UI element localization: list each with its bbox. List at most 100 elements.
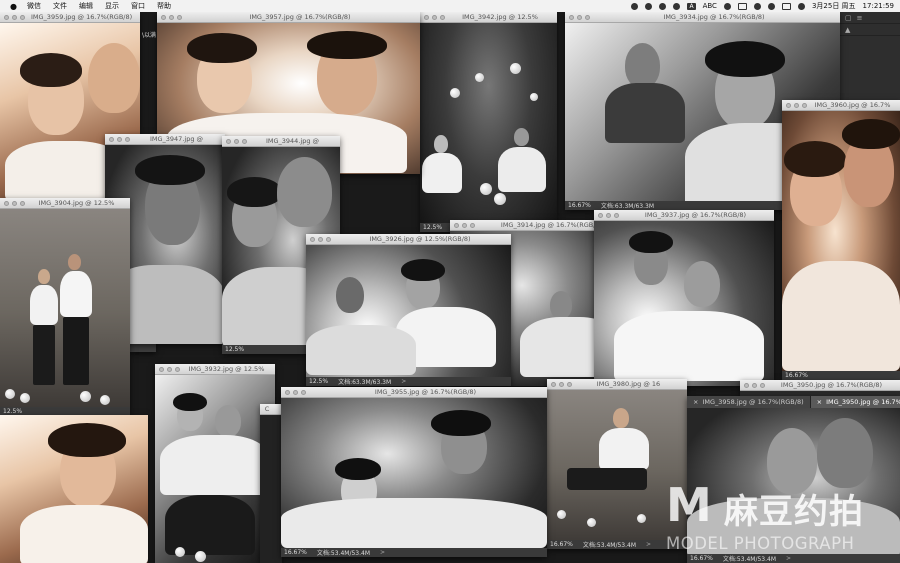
minimize-window-icon[interactable] [169,14,174,20]
zoom-window-icon[interactable] [177,14,182,20]
status-arrow-icon[interactable]: > [646,541,651,548]
photo-canvas[interactable] [594,221,774,386]
zoom-window-icon[interactable] [585,14,590,20]
close-window-icon[interactable] [598,212,603,218]
minimize-window-icon[interactable] [606,212,611,218]
document-window-img3960[interactable]: IMG_3960.jpg @ 16.7% 16.67% [782,100,900,380]
minimize-window-icon[interactable] [577,14,582,20]
tab-img3958[interactable]: × IMG_3958.jpg @ 16.7%(RGB/8) [687,396,811,408]
window-titlebar[interactable]: IMG_3950.jpg @ 16.7%(RGB/8) [740,380,900,391]
siri-icon[interactable] [797,2,805,10]
menu-view[interactable]: 显示 [105,1,119,11]
window-titlebar[interactable]: IMG_3955.jpg @ 16.7%(RGB/8) [281,387,547,398]
menubar-date[interactable]: 3月25日 周五 [812,1,856,11]
panel-icon[interactable]: ≡ [857,14,863,22]
zoom-level[interactable]: 12.5% [309,378,328,385]
zoom-window-icon[interactable] [470,222,475,228]
window-titlebar[interactable]: IMG_3947.jpg @ [105,134,225,145]
document-window-img3904[interactable]: IMG_3904.jpg @ 12.5% 12.5% [0,198,130,416]
status-arrow-icon[interactable]: > [380,549,385,556]
zoom-window-icon[interactable] [242,138,247,144]
zoom-level[interactable]: 16.67% [568,202,591,209]
menu-file[interactable]: 文件 [53,1,67,11]
minimize-window-icon[interactable] [293,389,298,395]
wifi-icon[interactable] [753,2,761,10]
input-method-icon[interactable]: A [687,2,696,10]
photo-canvas[interactable] [306,245,511,386]
zoom-window-icon[interactable] [125,136,130,142]
zoom-level[interactable]: 12.5% [423,224,442,231]
document-window-img3937[interactable]: IMG_3937.jpg @ 16.7%(RGB/8) [594,210,774,386]
close-window-icon[interactable] [285,389,290,395]
close-window-icon[interactable] [310,236,315,242]
minimize-window-icon[interactable] [12,14,17,20]
zoom-level[interactable]: 16.67% [550,541,573,548]
close-window-icon[interactable] [569,14,574,20]
minimize-window-icon[interactable] [752,382,757,388]
status-arrow-icon[interactable]: > [786,555,791,562]
close-window-icon[interactable] [454,222,459,228]
minimize-window-icon[interactable] [462,222,467,228]
menu-help[interactable]: 帮助 [157,1,171,11]
close-window-icon[interactable] [161,14,166,20]
photo-canvas[interactable] [0,209,130,416]
close-window-icon[interactable] [4,200,9,206]
zoom-level[interactable]: 16.67% [284,549,307,556]
zoom-level[interactable]: 16.67% [785,372,808,379]
menu-edit[interactable]: 编辑 [79,1,93,11]
spotlight-search-icon[interactable] [767,2,775,10]
menubar-time[interactable]: 17:21:59 [863,2,894,10]
close-window-icon[interactable] [109,136,114,142]
tabbed-document-window[interactable]: × IMG_3958.jpg @ 16.7%(RGB/8) × IMG_3950… [687,396,900,563]
zoom-level[interactable]: 12.5% [3,408,22,415]
zoom-level[interactable]: 12.5% [225,346,244,353]
window-titlebar[interactable]: IMG_3932.jpg @ 12.5% [155,364,275,375]
window-titlebar[interactable]: IMG_3934.jpg @ 16.7%(RGB/8) [565,12,840,23]
zoom-window-icon[interactable] [175,366,180,372]
tab-close-icon[interactable]: × [693,398,698,406]
minimize-window-icon[interactable] [12,200,17,206]
document-window-img3955[interactable]: IMG_3955.jpg @ 16.7%(RGB/8) 16.67% 文档:53… [281,387,547,557]
zoom-window-icon[interactable] [760,382,765,388]
window-titlebar[interactable]: IMG_3942.jpg @ 12.5% [420,12,557,23]
menu-window[interactable]: 窗口 [131,1,145,11]
apple-menu-icon[interactable]: ● [10,2,17,11]
speaker-icon[interactable] [673,2,681,10]
close-window-icon[interactable] [786,102,791,108]
zoom-window-icon[interactable] [326,236,331,242]
document-window-img3932[interactable]: IMG_3932.jpg @ 12.5% [155,364,275,563]
window-titlebar[interactable]: IMG_3960.jpg @ 16.7% [782,100,900,111]
minimize-window-icon[interactable] [318,236,323,242]
minimize-window-icon[interactable] [559,381,564,387]
window-titlebar[interactable]: IMG_3980.jpg @ 16 [547,379,687,390]
document-window-img3926[interactable]: IMG_3926.jpg @ 12.5%(RGB/8) 12.5% 文档:63.… [306,234,511,386]
photo-canvas[interactable] [155,375,275,563]
photo-canvas[interactable] [687,408,900,563]
status-arrow-icon[interactable]: > [401,378,406,385]
window-titlebar[interactable]: IMG_3959.jpg @ 16.7%(RGB/8) [0,12,140,23]
battery-icon[interactable] [737,2,747,10]
status-icon[interactable] [631,2,639,10]
minimize-window-icon[interactable] [234,138,239,144]
cloud-status-icon[interactable] [659,2,667,10]
warning-icon[interactable]: ▲ [845,26,850,34]
zoom-window-icon[interactable] [614,212,619,218]
zoom-window-icon[interactable] [301,389,306,395]
window-titlebar[interactable]: IMG_3944.jpg @ [222,136,340,147]
close-window-icon[interactable] [159,366,164,372]
window-titlebar[interactable]: IMG_3926.jpg @ 12.5%(RGB/8) [306,234,511,245]
photo-canvas[interactable] [782,111,900,380]
close-window-icon[interactable] [551,381,556,387]
tab-close-icon[interactable]: × [817,398,822,406]
photo-canvas[interactable] [420,23,557,232]
zoom-window-icon[interactable] [567,381,572,387]
partial-window[interactable]: C [260,404,282,563]
close-window-icon[interactable] [4,14,9,20]
window-titlebar[interactable]: C [260,404,282,415]
minimize-window-icon[interactable] [432,14,437,20]
document-window-portrait[interactable] [0,415,148,563]
window-titlebar[interactable]: IMG_3937.jpg @ 16.7%(RGB/8) [594,210,774,221]
layers-icon[interactable]: ▢ [845,14,852,22]
input-method-label[interactable]: ABC [703,2,717,10]
photo-canvas[interactable] [547,390,687,549]
